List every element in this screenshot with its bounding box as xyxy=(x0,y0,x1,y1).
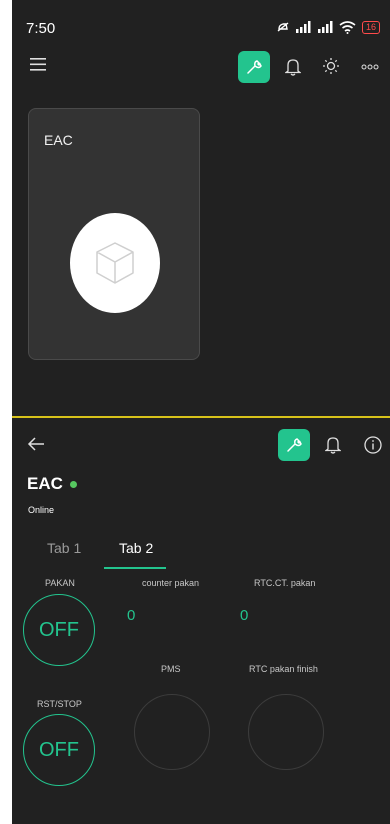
device-title-text: EAC xyxy=(27,474,63,493)
cube-icon xyxy=(96,242,134,284)
device-card[interactable]: EAC xyxy=(28,108,200,360)
status-bar: 7:50 16 xyxy=(12,0,390,40)
active-tab-indicator xyxy=(104,567,166,569)
status-time: 7:50 xyxy=(26,20,56,37)
brightness-icon[interactable] xyxy=(320,56,344,78)
tab-2[interactable]: Tab 2 xyxy=(119,540,153,556)
battery-indicator: 16 xyxy=(361,20,380,34)
info-icon[interactable] xyxy=(362,434,384,456)
mute-icon xyxy=(277,22,289,32)
device-status: Online xyxy=(28,505,55,515)
rtc-pakan-finish-gauge xyxy=(248,694,324,770)
device-toolbar xyxy=(12,426,390,462)
home-toolbar xyxy=(12,46,390,83)
signal-icon-2 xyxy=(317,21,333,33)
back-arrow-icon[interactable] xyxy=(24,432,48,456)
bell-icon[interactable] xyxy=(322,434,344,456)
device-icon-circle xyxy=(70,213,160,313)
pms-label: PMS xyxy=(161,664,181,674)
pakan-switch-button[interactable]: OFF xyxy=(23,594,95,666)
signal-icon xyxy=(295,21,311,33)
rst-stop-switch-button[interactable]: OFF xyxy=(23,714,95,786)
rst-stop-switch-value: OFF xyxy=(39,738,79,761)
more-icon[interactable] xyxy=(358,56,382,78)
status-icons: 16 xyxy=(275,20,380,34)
pms-gauge xyxy=(134,694,210,770)
menu-icon[interactable] xyxy=(26,52,50,76)
rtc-ct-pakan-value: 0 xyxy=(240,607,249,624)
counter-pakan-label: counter pakan xyxy=(142,578,200,588)
wrench-icon xyxy=(287,438,302,452)
rst-stop-label: RST/STOP xyxy=(37,699,82,709)
bell-icon[interactable] xyxy=(282,56,304,78)
wrench-button[interactable] xyxy=(278,429,310,461)
rtc-ct-pakan-label: RTC.CT. pakan xyxy=(254,578,316,588)
wrench-icon xyxy=(247,60,262,74)
pakan-switch-value: OFF xyxy=(39,618,79,641)
device-card-name: EAC xyxy=(44,132,73,148)
tab-1[interactable]: Tab 1 xyxy=(47,540,81,556)
counter-pakan-value: 0 xyxy=(127,607,136,624)
rtc-pakan-finish-label: RTC pakan finish xyxy=(249,664,318,674)
device-screen: EAC Online Tab 1 Tab 2 PAKAN OFF counter… xyxy=(12,418,390,824)
home-screen: 7:50 16 EAC xyxy=(12,0,390,416)
device-title: EAC xyxy=(27,474,77,494)
wrench-button[interactable] xyxy=(238,51,270,83)
online-status-dot xyxy=(69,480,77,488)
pakan-label: PAKAN xyxy=(45,578,75,588)
wifi-icon xyxy=(339,20,356,34)
